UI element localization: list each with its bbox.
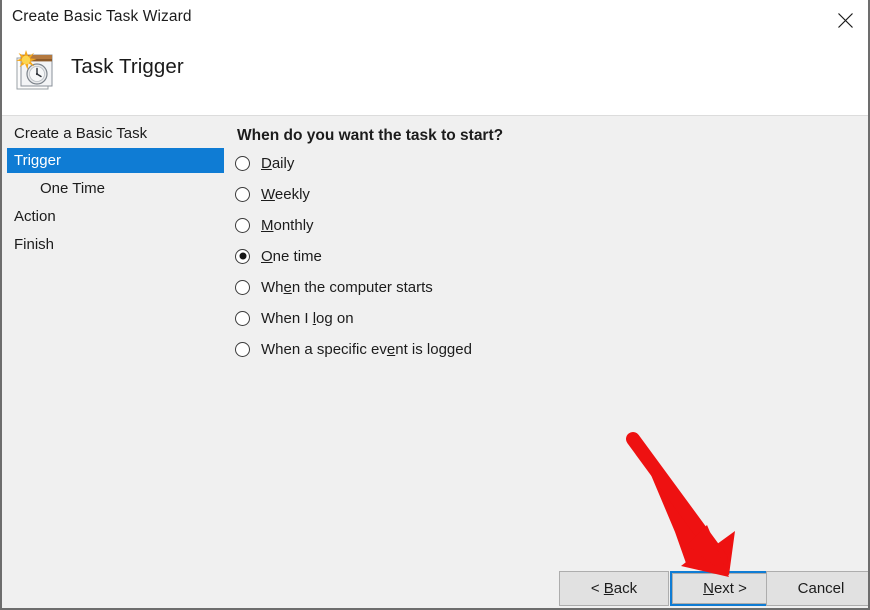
sidebar-item-action[interactable]: Action xyxy=(7,204,224,229)
pane-question-label: When do you want the task to start? xyxy=(237,127,504,144)
radio-option-daily[interactable]: Daily xyxy=(235,152,294,174)
radio-indicator xyxy=(235,186,250,202)
radio-indicator xyxy=(235,217,250,233)
page-title: Task Trigger xyxy=(71,55,184,78)
nav-item-label: Create a Basic Task xyxy=(14,125,148,142)
sidebar-item-trigger[interactable]: Trigger xyxy=(7,148,224,173)
radio-label: One time xyxy=(261,247,322,265)
next-button-label: Next > xyxy=(703,580,747,597)
radio-label: When a specific event is logged xyxy=(261,340,472,358)
radio-option-weekly[interactable]: Weekly xyxy=(235,183,310,205)
nav-item-label: Action xyxy=(14,208,56,225)
close-icon[interactable] xyxy=(822,0,868,40)
sidebar-item-one-time[interactable]: One Time xyxy=(7,176,224,201)
create-basic-task-wizard-window: Create Basic Task Wizard Task Trigger Cr… xyxy=(0,0,870,610)
trigger-options-pane: When do you want the task to start? Dail… xyxy=(230,116,868,608)
cancel-button[interactable]: Cancel xyxy=(766,571,868,606)
wizard-step-nav: Create a Basic Task Trigger One Time Act… xyxy=(2,116,230,608)
radio-label: Weekly xyxy=(261,185,310,203)
radio-option-when-the-computer-starts[interactable]: When the computer starts xyxy=(235,276,433,298)
radio-option-one-time[interactable]: One time xyxy=(235,245,322,267)
nav-item-label: One Time xyxy=(40,180,106,197)
sidebar-item-create-a-basic-task[interactable]: Create a Basic Task xyxy=(7,121,224,146)
next-button[interactable]: Next > xyxy=(670,571,780,606)
cancel-button-label: Cancel xyxy=(797,580,845,597)
radio-label: Daily xyxy=(261,154,295,172)
back-button[interactable]: < Back xyxy=(559,571,669,606)
radio-option-when-i-log-on[interactable]: When I log on xyxy=(235,307,354,329)
radio-label: Monthly xyxy=(261,216,314,234)
window-title: Create Basic Task Wizard xyxy=(12,8,192,25)
radio-indicator xyxy=(235,155,250,171)
radio-indicator xyxy=(235,279,250,295)
radio-indicator xyxy=(235,310,250,326)
radio-option-when-a-specific-event-is-logged[interactable]: When a specific event is logged xyxy=(235,338,472,360)
radio-label: When the computer starts xyxy=(261,278,433,296)
radio-option-monthly[interactable]: Monthly xyxy=(235,214,314,236)
nav-item-label: Trigger xyxy=(14,152,61,169)
back-button-label: < Back xyxy=(590,580,638,597)
radio-indicator xyxy=(235,248,250,264)
nav-item-label: Finish xyxy=(14,236,55,253)
radio-label: When I log on xyxy=(261,309,354,327)
sidebar-item-finish[interactable]: Finish xyxy=(7,232,224,257)
radio-indicator xyxy=(235,341,250,357)
title-bar: Create Basic Task Wizard xyxy=(2,0,868,40)
wizard-header: Task Trigger xyxy=(2,40,868,116)
wizard-body: Create a Basic Task Trigger One Time Act… xyxy=(2,116,868,608)
task-trigger-calendar-clock-icon xyxy=(14,48,58,94)
